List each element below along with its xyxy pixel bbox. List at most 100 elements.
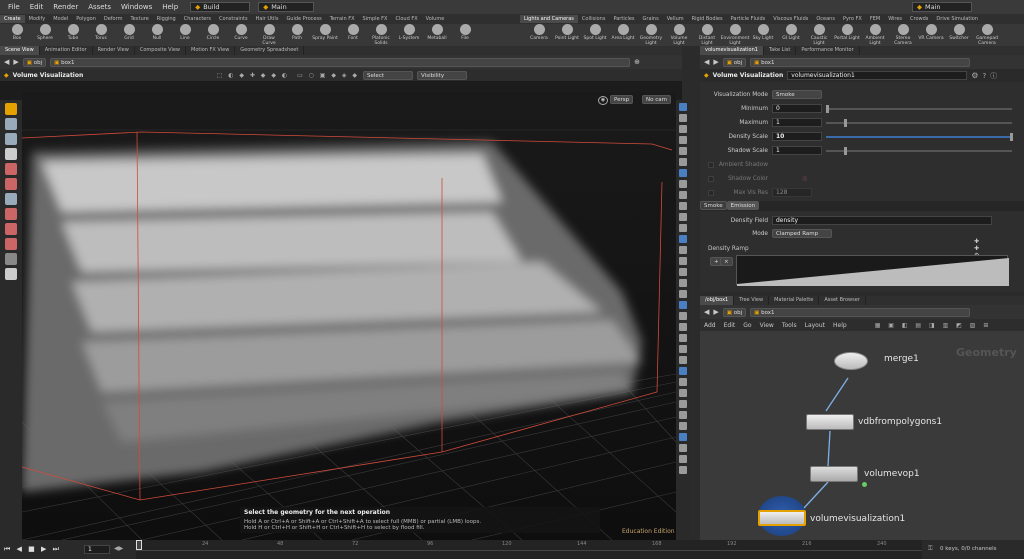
tool-environment-light[interactable]: Environment Light: [721, 24, 749, 46]
tool-draw-curve[interactable]: Draw Curve: [256, 24, 282, 46]
tool-path[interactable]: Path: [284, 24, 310, 41]
tool-ambient-light[interactable]: Ambient Light: [862, 24, 888, 46]
display-option-icon[interactable]: [679, 147, 687, 155]
tool-line[interactable]: Line: [172, 24, 198, 41]
display-option-icon[interactable]: [679, 257, 687, 265]
tool-torus[interactable]: Torus: [88, 24, 114, 41]
shelf-tab[interactable]: Characters: [180, 15, 215, 23]
tab-render-view[interactable]: Render View: [93, 46, 135, 55]
viewer-tool-icon[interactable]: [5, 163, 17, 175]
tool-geometry-light[interactable]: Geometry Light: [638, 24, 664, 46]
tool-grid[interactable]: Grid: [116, 24, 142, 41]
visibility-dropdown[interactable]: Visibility: [417, 70, 468, 80]
display-option-icon[interactable]: [679, 202, 687, 210]
tab-animation-editor[interactable]: Animation Editor: [40, 46, 93, 55]
tool-caustic-light[interactable]: Caustic Light: [806, 24, 832, 46]
info-icon[interactable]: ⓘ: [990, 71, 997, 81]
viewer-tool-icon[interactable]: [5, 268, 17, 280]
tool-box[interactable]: Box: [4, 24, 30, 41]
display-option-icon[interactable]: [679, 323, 687, 331]
back-arrow-icon[interactable]: ◀: [4, 58, 9, 66]
tool-portal-light[interactable]: Portal Light: [834, 24, 860, 41]
menu-windows[interactable]: Windows: [117, 3, 156, 11]
volumevop1-node[interactable]: [810, 466, 858, 482]
shelf-tab[interactable]: Create: [0, 15, 25, 23]
tool-circle[interactable]: Circle: [200, 24, 226, 41]
display-option-icon[interactable]: [679, 378, 687, 386]
shelf-tab[interactable]: Cloud FX: [391, 15, 421, 23]
tool-l-system[interactable]: L-System: [396, 24, 422, 41]
display-option-icon[interactable]: [679, 213, 687, 221]
forward-arrow-icon[interactable]: ▶: [713, 58, 718, 66]
tab-scene-view[interactable]: Scene View: [0, 46, 40, 55]
display-option-icon[interactable]: [679, 400, 687, 408]
desktop-build-select[interactable]: ◆ Build: [190, 2, 251, 12]
shelf-tab[interactable]: Drive Simulation: [932, 15, 982, 23]
menu-edit[interactable]: Edit: [26, 3, 48, 11]
shelf-tab[interactable]: Deform: [100, 15, 127, 23]
display-option-icon[interactable]: [679, 279, 687, 287]
merge1-node[interactable]: [834, 352, 868, 370]
tool-spot-light[interactable]: Spot Light: [582, 24, 608, 41]
display-option-icon[interactable]: [679, 334, 687, 342]
shelf-tab[interactable]: Vellum: [663, 15, 688, 23]
forward-arrow-icon[interactable]: ▶: [13, 58, 18, 66]
display-option-icon[interactable]: [679, 191, 687, 199]
ramp-remove-button[interactable]: ×: [720, 257, 733, 266]
shelf-tab[interactable]: Guide Process: [282, 15, 325, 23]
visualization-mode-dropdown[interactable]: Smoke: [772, 90, 822, 99]
key-icon[interactable]: ⚿: [928, 545, 933, 553]
tool-spray-paint[interactable]: Spray Paint: [312, 24, 338, 41]
tool-tube[interactable]: Tube: [60, 24, 86, 41]
display-option-icon[interactable]: [679, 301, 687, 309]
viewer-tool-icon[interactable]: [5, 148, 17, 160]
tool-file[interactable]: File: [452, 24, 478, 41]
viewer-tool-icon[interactable]: [5, 193, 17, 205]
display-option-icon[interactable]: [679, 389, 687, 397]
tab-emission[interactable]: Emission: [726, 201, 760, 210]
select-mode-icons[interactable]: ⬚ ◐ ◆ ✚ ◆ ◆ ◐: [217, 72, 289, 79]
shelf-tab[interactable]: Modify: [25, 15, 50, 23]
tool-font[interactable]: Font: [340, 24, 366, 41]
display-option-icon[interactable]: [679, 268, 687, 276]
viewer-tool-icon[interactable]: [5, 238, 17, 250]
path-node[interactable]: ▣ box1: [750, 57, 971, 67]
viewer-tool-icon[interactable]: [5, 103, 17, 115]
viewer-tool-icon[interactable]: [5, 253, 17, 265]
display-option-icon[interactable]: [679, 180, 687, 188]
maximum-field[interactable]: 1: [772, 118, 822, 127]
shelf-tab[interactable]: Crowds: [906, 15, 932, 23]
viewer-tool-icon[interactable]: [5, 178, 17, 190]
current-frame-field[interactable]: 1: [84, 545, 110, 554]
3d-viewport[interactable]: ◉ Persp No cam Education Edition Select …: [22, 92, 676, 540]
tool-sky-light[interactable]: Sky Light: [750, 24, 776, 41]
shelf-tab[interactable]: Collisions: [578, 15, 610, 23]
density-scale-slider[interactable]: [826, 132, 1013, 141]
menu-file[interactable]: File: [4, 3, 24, 11]
color-wheel-icon[interactable]: ◎: [802, 175, 807, 182]
display-option-icon[interactable]: [679, 169, 687, 177]
tab-performance-monitor[interactable]: Performance Monitor: [796, 46, 860, 55]
menu-help[interactable]: Help: [158, 3, 182, 11]
path-obj[interactable]: ▣ obj: [722, 57, 747, 67]
tool-metaball[interactable]: Metaball: [424, 24, 450, 41]
shelf-tab[interactable]: Viscous Fluids: [769, 15, 812, 23]
shelf-tab[interactable]: Volume: [422, 15, 449, 23]
display-option-icon[interactable]: [679, 444, 687, 452]
max-res-field[interactable]: 128: [772, 188, 812, 197]
tool-platonic-solids[interactable]: Platonic Solids: [368, 24, 394, 46]
shelf-tab[interactable]: Constraints: [215, 15, 252, 23]
shelf-tab[interactable]: Lights and Cameras: [520, 15, 578, 23]
viewer-tool-icon[interactable]: [5, 118, 17, 130]
tab-motion-fx-view[interactable]: Motion FX View: [186, 46, 236, 55]
select-box-icons[interactable]: ▭ ○ ▣ ◆ ◈ ◆: [297, 72, 359, 79]
viewer-tool-icon[interactable]: [5, 208, 17, 220]
desktop-main-select[interactable]: ◆ Main: [258, 2, 315, 12]
display-option-icon[interactable]: [679, 103, 687, 111]
shelf-tab[interactable]: Terrain FX: [326, 15, 359, 23]
vdbfrompolygons1-node[interactable]: [806, 414, 854, 430]
camera-icon[interactable]: ◉: [598, 96, 608, 105]
tab-geometry-spreadsheet[interactable]: Geometry Spreadsheet: [235, 46, 305, 55]
display-option-icon[interactable]: [679, 158, 687, 166]
display-option-icon[interactable]: [679, 356, 687, 364]
